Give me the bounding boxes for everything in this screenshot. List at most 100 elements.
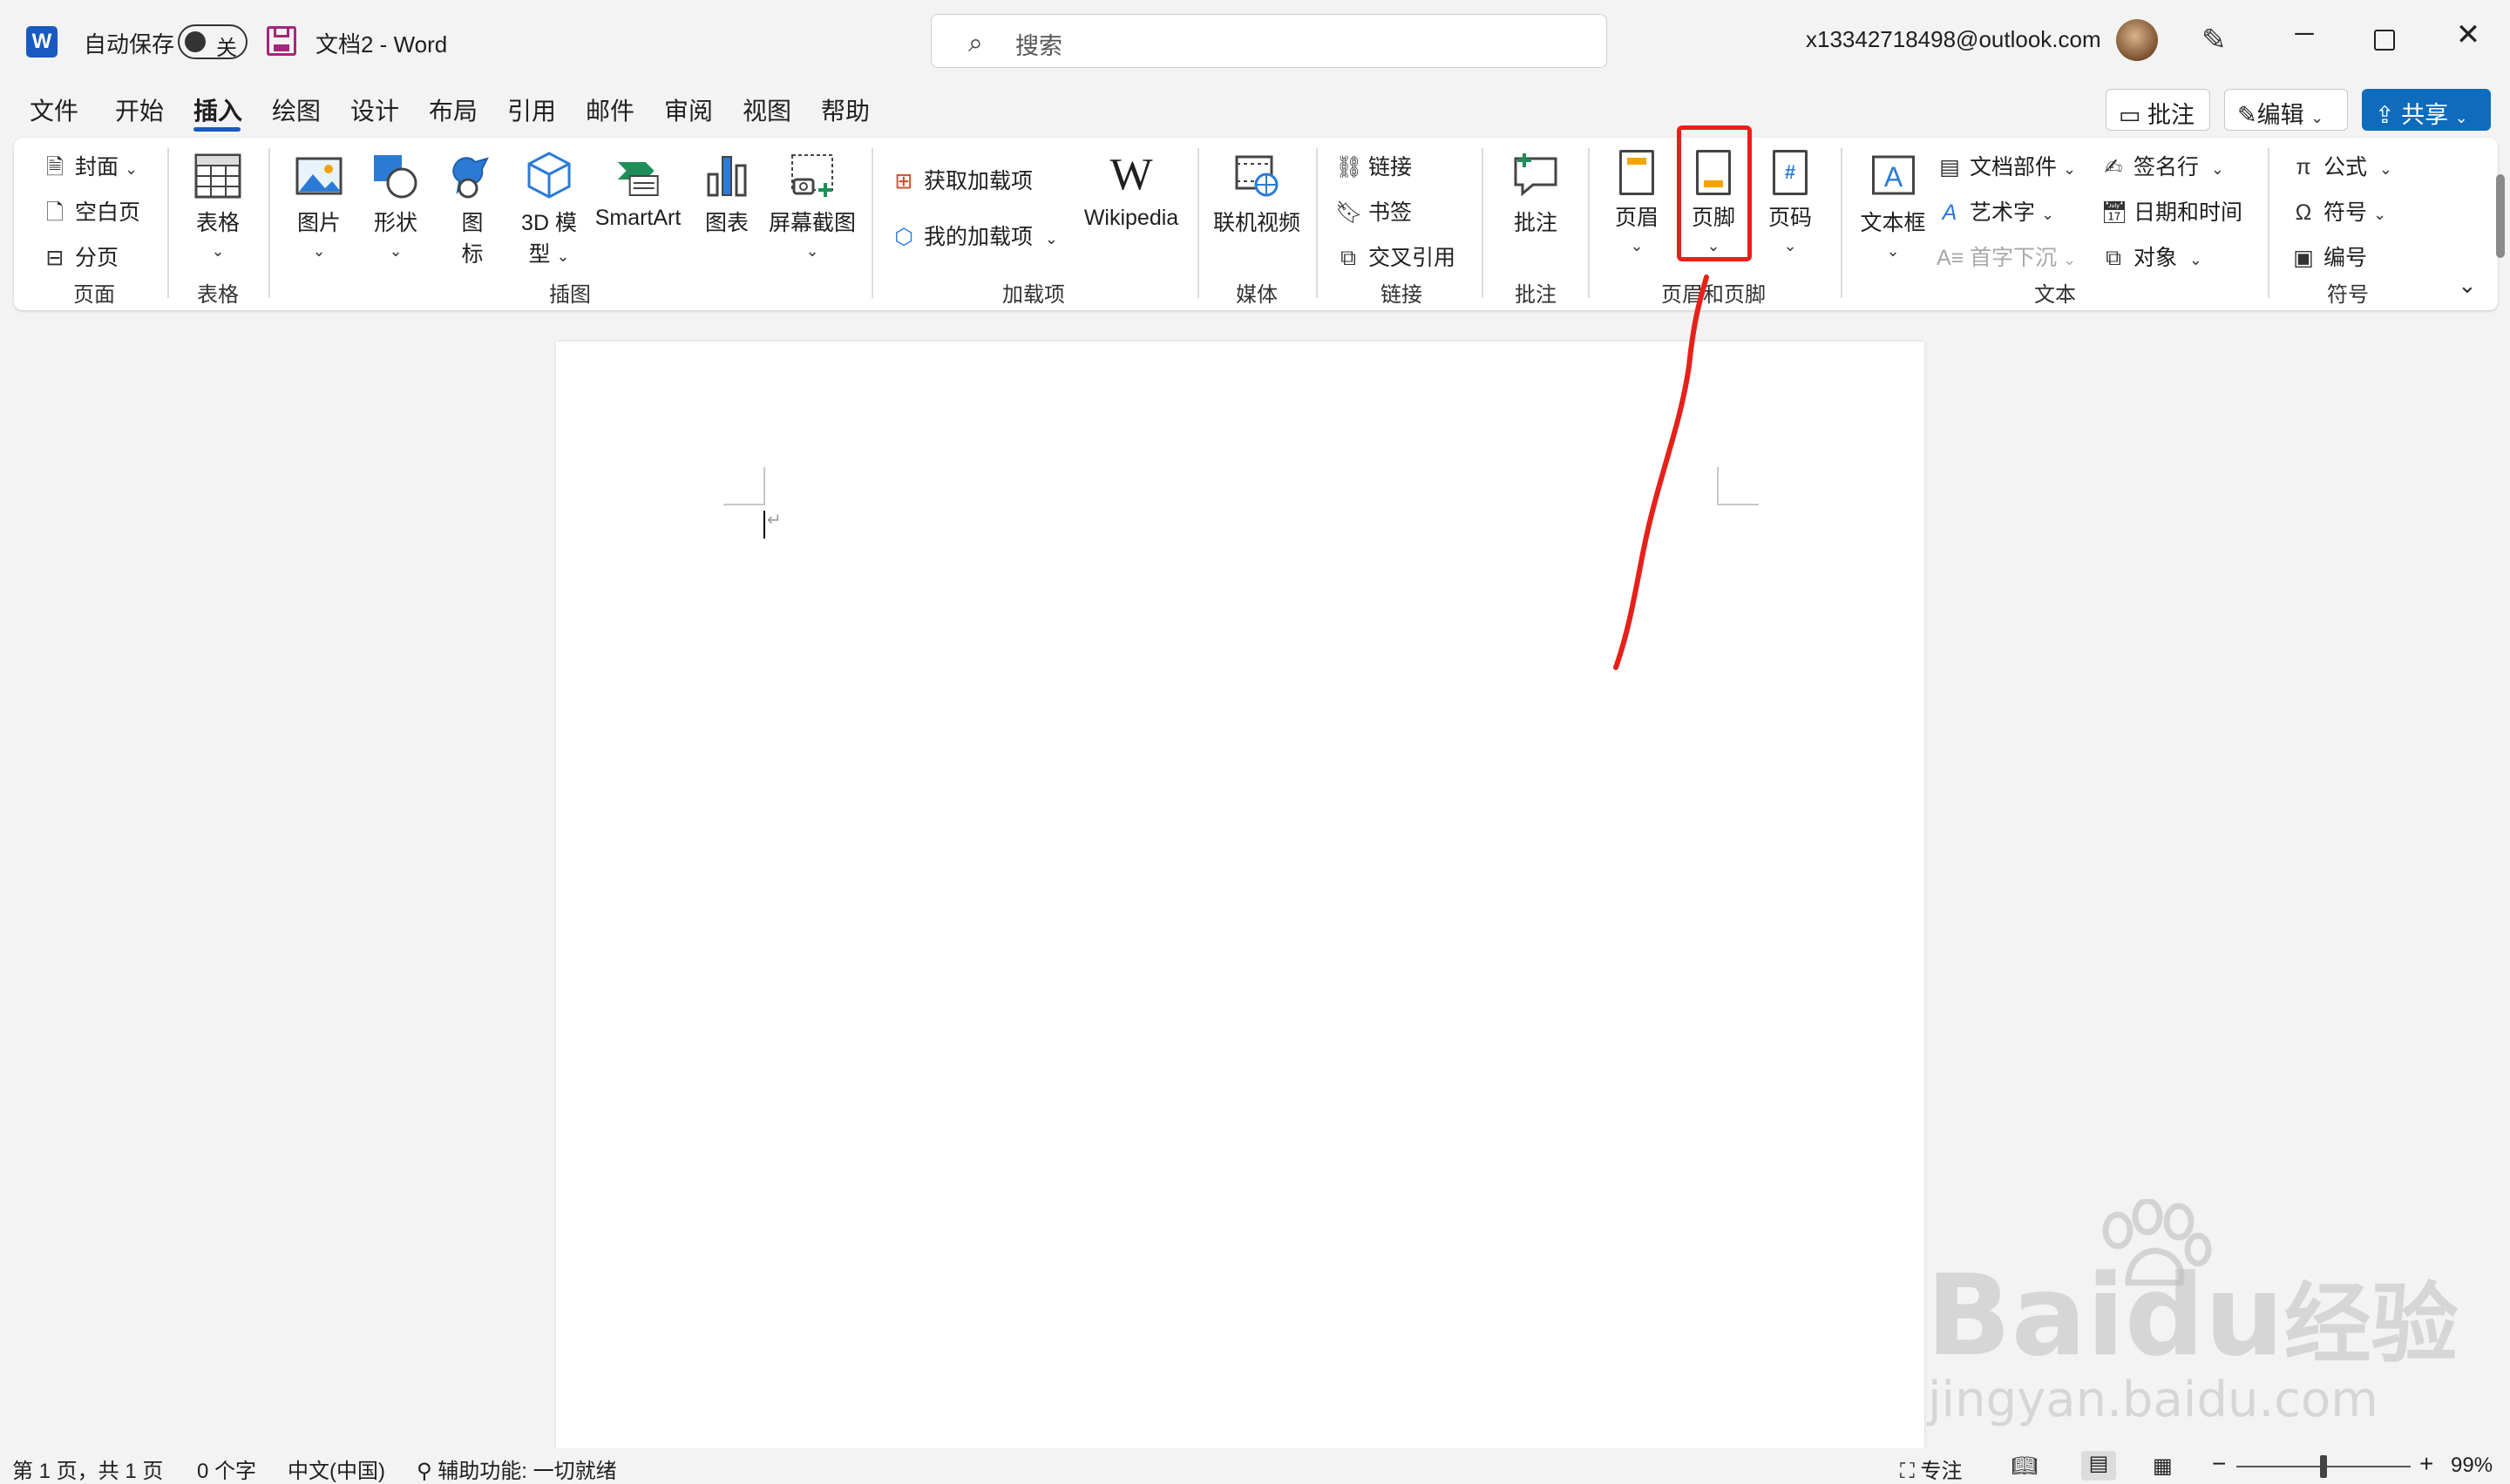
3d-models-button[interactable]: 3D 模型 ⌄ — [521, 150, 577, 268]
tab-help[interactable]: 帮助 — [821, 92, 870, 127]
chevron-down-icon: ⌄ — [2062, 251, 2077, 268]
tab-home[interactable]: 开始 — [115, 92, 164, 127]
drop-cap-icon: A≡ — [1937, 246, 1964, 270]
signature-line-button[interactable]: ✍ 签名行 ⌄ — [2100, 150, 2225, 181]
quick-parts-label: 文档部件 — [1970, 155, 2058, 180]
editing-mode-button[interactable]: ✎编辑 ⌄ — [2224, 89, 2348, 131]
text-box-label: 文本框 — [1860, 211, 1926, 235]
chevron-down-icon: ⌄ — [2454, 109, 2468, 126]
picture-icon — [295, 157, 343, 195]
get-addins-button[interactable]: ⊞ 获取加载项 — [891, 164, 1034, 195]
comments-button-label: 批注 — [2147, 102, 2195, 128]
autosave-toggle[interactable]: 关 — [178, 24, 248, 60]
drop-cap-button[interactable]: A≡ 首字下沉 ⌄ — [1937, 241, 2076, 272]
read-mode-icon[interactable]: 📖︎ — [2011, 1454, 2038, 1479]
footer-highlight-box — [1677, 125, 1752, 261]
3d-models-label-line2: 型 — [528, 242, 551, 267]
equation-button[interactable]: π 公式 ⌄ — [2290, 150, 2392, 181]
blank-page-button[interactable]: 🗋 空白页 — [42, 195, 140, 234]
header-label: 页眉 — [1614, 206, 1659, 230]
tab-file[interactable]: 文件 — [30, 92, 78, 127]
save-icon[interactable] — [267, 26, 296, 56]
table-button[interactable]: 表格 ⌄ — [194, 150, 241, 262]
wordart-button[interactable]: A 艺术字 ⌄ — [1937, 195, 2054, 227]
symbol-button[interactable]: Ω 符号 ⌄ — [2290, 195, 2386, 227]
link-button[interactable]: ⛓ 链接 — [1335, 150, 1412, 181]
document-title: 文档2 - Word — [315, 31, 448, 58]
group-label-comments: 批注 — [1515, 283, 1557, 307]
focus-button[interactable]: ⛶ 专注 — [1900, 1454, 1962, 1484]
pen-icon[interactable]: ✎ — [2201, 23, 2227, 58]
avatar[interactable] — [2116, 19, 2158, 61]
print-layout-icon[interactable]: ▤ — [2081, 1451, 2116, 1481]
chart-button[interactable]: 图表 — [703, 150, 750, 237]
zoom-slider-thumb[interactable] — [2320, 1455, 2327, 1478]
restore-button[interactable] — [2374, 30, 2395, 51]
group-divider — [872, 148, 873, 298]
tab-insert[interactable]: 插入 — [193, 92, 242, 127]
tab-draw[interactable]: 绘图 — [272, 92, 321, 127]
page-count[interactable]: 第 1 页，共 1 页 — [12, 1454, 163, 1484]
chevron-down-icon: ⌄ — [2372, 206, 2387, 223]
comments-button[interactable]: ▭ 批注 — [2106, 89, 2210, 131]
cube-icon — [527, 152, 571, 199]
bird-icon — [452, 157, 489, 199]
pictures-button[interactable]: 图片 ⌄ — [295, 150, 343, 262]
object-button[interactable]: ⧉ 对象 ⌄ — [2100, 241, 2202, 272]
zoom-level[interactable]: 99% — [2451, 1454, 2493, 1478]
group-label-media: 媒体 — [1236, 283, 1278, 307]
cross-reference-button[interactable]: ⧉ 交叉引用 — [1335, 241, 1455, 272]
pictures-label: 图片 — [296, 211, 341, 235]
page-break-button[interactable]: ⊟ 分页 — [42, 241, 119, 272]
shapes-button[interactable]: 形状 ⌄ — [372, 150, 419, 262]
scrollbar-thumb[interactable] — [2496, 174, 2505, 258]
collapse-ribbon-icon[interactable]: ⌄ — [2458, 272, 2477, 299]
text-box-button[interactable]: A 文本框 ⌄ — [1860, 150, 1926, 262]
search-box[interactable]: ⌕ 搜索 — [931, 14, 1607, 68]
bookmark-button[interactable]: 🔖︎ 书签 — [1335, 195, 1412, 227]
smartart-button[interactable]: SmartArt — [595, 150, 681, 231]
quick-parts-button[interactable]: ▤ 文档部件 ⌄ — [1937, 150, 2076, 181]
chevron-down-icon: ⌄ — [1783, 237, 1797, 254]
group-label-links: 链接 — [1380, 283, 1422, 307]
online-video-button[interactable]: 联机视频 — [1213, 150, 1300, 237]
zoom-out-button[interactable]: − — [2212, 1450, 2226, 1478]
tab-view[interactable]: 视图 — [743, 92, 791, 127]
tab-references[interactable]: 引用 — [507, 92, 556, 127]
blank-page-icon: 🗋 — [45, 200, 64, 225]
tab-mailings[interactable]: 邮件 — [586, 92, 634, 127]
language[interactable]: 中文(中国) — [288, 1454, 385, 1484]
accessibility-status[interactable]: ⚲ 辅助功能: 一切就绪 — [417, 1454, 617, 1484]
word-count[interactable]: 0 个字 — [197, 1454, 256, 1484]
web-layout-icon[interactable]: ▦ — [2153, 1454, 2173, 1479]
cross-reference-label: 交叉引用 — [1368, 246, 1456, 270]
store-icon: ⊞ — [894, 169, 913, 193]
paragraph-mark-icon: ↵ — [767, 511, 782, 530]
calendar-icon: 📅︎ — [2100, 200, 2128, 225]
tab-review[interactable]: 审阅 — [664, 92, 713, 127]
page-number-button[interactable]: # 页码 ⌄ — [1768, 150, 1812, 257]
screenshot-button[interactable]: 屏幕截图 ⌄ — [769, 150, 856, 262]
page-number-label: 页码 — [1767, 206, 1813, 230]
autosave-label: 自动保存 — [84, 31, 175, 58]
zoom-slider[interactable] — [2236, 1455, 2411, 1478]
icons-button[interactable]: 图标 — [449, 150, 496, 268]
header-button[interactable]: 页眉 ⌄ — [1615, 150, 1659, 257]
minimize-button[interactable]: ─ — [2269, 19, 2339, 49]
number-button[interactable]: ▣ 编号 — [2290, 241, 2367, 272]
close-button[interactable]: ✕ — [2433, 17, 2503, 52]
date-time-button[interactable]: 📅︎ 日期和时间 — [2100, 195, 2242, 227]
share-button[interactable]: ⇪ 共享 ⌄ — [2362, 89, 2491, 131]
cover-page-button[interactable]: 🗎 封面 ⌄ — [42, 150, 138, 188]
wikipedia-button[interactable]: W Wikipedia — [1084, 150, 1178, 231]
my-addins-button[interactable]: ⬡ 我的加载项 ⌄ — [891, 220, 1058, 251]
accessibility-icon: ⚲ — [417, 1460, 432, 1483]
tab-design[interactable]: 设计 — [350, 92, 399, 127]
wikipedia-label: Wikipedia — [1083, 206, 1179, 230]
get-addins-label: 获取加载项 — [924, 169, 1034, 193]
zoom-in-button[interactable]: + — [2419, 1450, 2433, 1478]
3d-models-label-line1: 3D 模 — [521, 211, 577, 235]
account-email[interactable]: x13342718498@outlook.com — [1806, 26, 2101, 53]
new-comment-button[interactable]: 批注 — [1512, 150, 1559, 237]
tab-layout[interactable]: 布局 — [429, 92, 478, 127]
